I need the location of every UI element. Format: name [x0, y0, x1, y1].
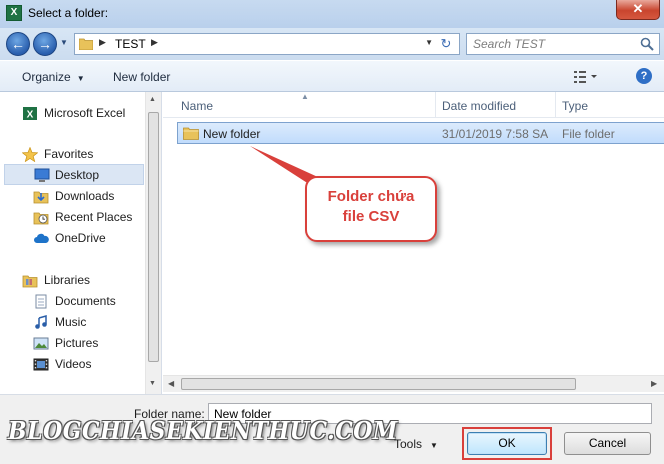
dialog-footer: Folder name: BLOGCHIASEKIENTHUC.COM Tool…: [0, 394, 664, 464]
ok-button[interactable]: OK: [467, 432, 547, 455]
annotation-line-2: file CSV: [342, 208, 400, 225]
watermark-text: BLOGCHIASEKIENTHUC.COM: [8, 417, 398, 446]
chevron-down-icon: ▼: [430, 441, 438, 450]
annotation-callout: Folder chứa file CSV: [305, 176, 437, 242]
cancel-button[interactable]: Cancel: [564, 432, 651, 455]
tools-label: Tools: [394, 437, 423, 451]
annotation-line-1: Folder chứa: [327, 188, 415, 205]
tools-button[interactable]: Tools ▼: [394, 437, 438, 451]
